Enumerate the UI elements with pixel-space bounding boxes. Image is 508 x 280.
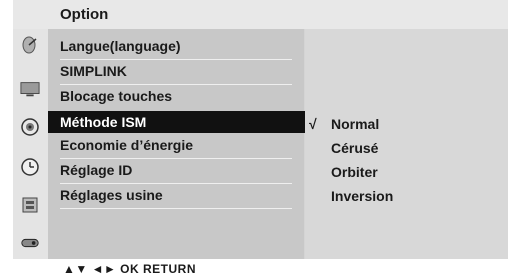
tv-screen-icon[interactable] (20, 79, 40, 99)
menu-title: Option (60, 6, 109, 23)
divider (60, 183, 292, 184)
divider (60, 158, 292, 159)
navigation-hint: ▲▼ ◄► OK RETURN (63, 262, 197, 276)
menu-item-economie-energie[interactable]: Economie d’énergie (60, 137, 193, 153)
navigation-hint-bar: ▲▼ ◄► OK RETURN (13, 259, 508, 280)
speaker-icon[interactable] (20, 117, 40, 137)
option-orbiter[interactable]: Orbiter (331, 164, 378, 180)
menu-item-reglages-usine[interactable]: Réglages usine (60, 187, 163, 203)
option-normal[interactable]: Normal (331, 116, 379, 132)
option-ceruse[interactable]: Cérusé (331, 140, 378, 156)
category-icon-strip (13, 29, 48, 259)
menu-item-simplink[interactable]: SIMPLINK (60, 63, 127, 79)
option-menu-list: Langue(language) SIMPLINK Blocage touche… (48, 29, 352, 259)
divider (60, 208, 292, 209)
remote-icon[interactable] (20, 233, 40, 253)
satellite-dish-icon[interactable] (20, 35, 40, 55)
clock-icon[interactable] (20, 157, 40, 177)
divider (60, 84, 292, 85)
ism-options-panel: √ Normal Cérusé Orbiter Inversion (305, 29, 508, 259)
lock-box-icon[interactable] (20, 195, 40, 215)
menu-item-methode-ism-label: Méthode ISM (60, 114, 147, 130)
option-inversion[interactable]: Inversion (331, 188, 393, 204)
menu-item-blocage-touches[interactable]: Blocage touches (60, 88, 172, 104)
checkmark-icon: √ (309, 116, 317, 132)
divider (60, 59, 292, 60)
menu-item-langue[interactable]: Langue(language) (60, 38, 181, 54)
menu-item-reglage-id[interactable]: Réglage ID (60, 162, 132, 178)
